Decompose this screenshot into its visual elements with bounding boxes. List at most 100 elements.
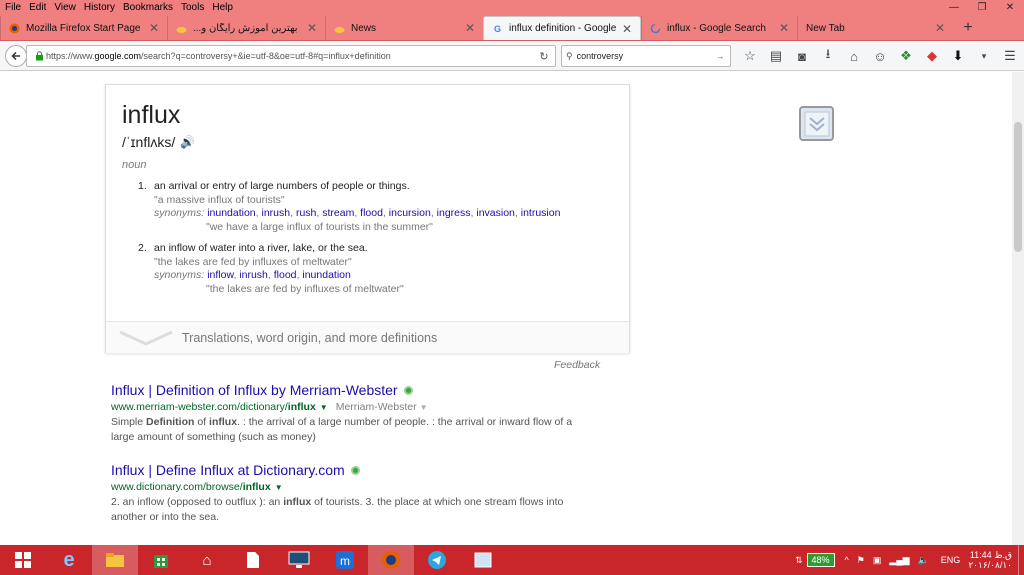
extension-icon[interactable]: ❖: [893, 45, 919, 67]
tab-new-tab[interactable]: New Tab ✕: [797, 16, 953, 40]
site-dropdown-icon[interactable]: ▼: [420, 403, 428, 412]
image-viewer-icon[interactable]: [460, 545, 506, 575]
show-desktop-button[interactable]: [1018, 545, 1024, 575]
synonym-link[interactable]: inflow: [207, 269, 233, 281]
synonym-link[interactable]: incursion: [389, 207, 431, 219]
synonym-link[interactable]: intrusion: [521, 207, 561, 219]
result-url-base: www.dictionary.com/browse/: [111, 481, 243, 493]
result-url-bold: influx: [242, 481, 271, 493]
more-definitions-toggle[interactable]: Translations, word origin, and more defi…: [106, 322, 629, 353]
close-tab-icon[interactable]: ✕: [465, 21, 475, 35]
synonym-link[interactable]: stream: [322, 207, 354, 219]
pocket-icon[interactable]: ◙: [789, 45, 815, 67]
home-app-icon[interactable]: ⌂: [184, 545, 230, 575]
speaker-icon[interactable]: 🔊: [180, 135, 195, 149]
internet-explorer-icon[interactable]: e: [46, 545, 92, 575]
download-manager-icon[interactable]: ⬇: [945, 45, 971, 67]
search-input[interactable]: controversy: [577, 51, 624, 61]
start-button[interactable]: [0, 545, 46, 575]
clock[interactable]: ق.ظ 11:44 ۲۰۱۶/۰۸/۱۰: [968, 550, 1012, 570]
close-tab-icon[interactable]: ✕: [149, 21, 159, 35]
feedback-link[interactable]: Feedback: [554, 359, 600, 371]
tab-persian-tutorial[interactable]: ...بهترین آموزش رایگان و ✕: [167, 16, 325, 40]
maxthon-icon[interactable]: m: [322, 545, 368, 575]
synonym-link[interactable]: inrush: [239, 269, 268, 281]
close-tab-icon[interactable]: ✕: [622, 22, 632, 36]
download-arrow-icon[interactable]: [799, 106, 834, 141]
menu-tools[interactable]: Tools: [177, 2, 208, 13]
synonym-link[interactable]: rush: [296, 207, 316, 219]
hamburger-menu-icon[interactable]: ☰: [997, 45, 1023, 67]
menu-edit[interactable]: Edit: [25, 2, 50, 13]
language-indicator[interactable]: ENG: [941, 555, 961, 565]
tab-mozilla-start[interactable]: Mozilla Firefox Start Page ✕: [0, 16, 167, 40]
downloads-icon[interactable]: ⭳: [815, 45, 841, 67]
menu-bookmarks[interactable]: Bookmarks: [119, 2, 177, 13]
restore-button[interactable]: ❐: [968, 0, 996, 15]
store-icon[interactable]: [138, 545, 184, 575]
loading-icon: [650, 23, 661, 34]
dropdown-icon[interactable]: ▾: [971, 45, 997, 67]
search-bar[interactable]: ⚲ controversy →: [561, 45, 731, 67]
home-icon[interactable]: ⌂: [841, 45, 867, 67]
close-tab-icon[interactable]: ✕: [935, 21, 945, 35]
result-title-row: Influx | Definition of Influx by Merriam…: [111, 382, 591, 398]
signal-icon[interactable]: ▂▄▆: [889, 555, 909, 566]
synonym-link[interactable]: flood: [360, 207, 383, 219]
volume-icon[interactable]: 🔈: [918, 555, 929, 566]
synonym-link[interactable]: inundation: [302, 269, 350, 281]
result-title-link[interactable]: Influx | Definition of Influx by Merriam…: [111, 382, 398, 398]
search-result: Influx | Define Influx at Dictionary.com…: [111, 462, 591, 525]
document-icon[interactable]: [230, 545, 276, 575]
menu-history[interactable]: History: [80, 2, 119, 13]
url-dropdown-icon[interactable]: ▼: [320, 403, 328, 412]
tab-news[interactable]: News ✕: [325, 16, 483, 40]
phonetic-text: /ˈɪnflʌks/: [122, 134, 176, 150]
chat-icon[interactable]: ☺: [867, 45, 893, 67]
toolbar-icons: ☆ ▤ ◙ ⭳ ⌂ ☺ ❖ ◆ ⬇ ▾ ☰: [737, 45, 1023, 67]
search-go-icon[interactable]: →: [710, 51, 730, 61]
chevron-up-icon[interactable]: ^: [845, 555, 849, 565]
back-button[interactable]: [5, 44, 27, 67]
result-url: www.merriam-webster.com/dictionary/influ…: [111, 401, 591, 413]
firefox-taskbar-icon[interactable]: [368, 545, 414, 575]
new-tab-button[interactable]: +: [953, 16, 983, 40]
file-explorer-icon[interactable]: [92, 545, 138, 575]
result-title-link[interactable]: Influx | Define Influx at Dictionary.com: [111, 462, 345, 478]
url-bar[interactable]: https://www.google.com/search?q=controve…: [26, 45, 556, 67]
flag-icon[interactable]: ⚑: [857, 555, 865, 566]
synonym-list: inflow, inrush, flood, inundation: [207, 269, 351, 281]
bookmark-star-icon[interactable]: ☆: [737, 45, 763, 67]
menu-view[interactable]: View: [50, 2, 80, 13]
battery-indicator[interactable]: 48%: [806, 553, 835, 567]
device-icon[interactable]: ▣: [873, 555, 882, 566]
synonym-link[interactable]: flood: [274, 269, 297, 281]
sync-icon[interactable]: ⇅: [795, 555, 803, 566]
reading-list-icon[interactable]: ▤: [763, 45, 789, 67]
close-tab-icon[interactable]: ✕: [307, 21, 317, 35]
synonym-link[interactable]: invasion: [476, 207, 515, 219]
menu-bar: File Edit View History Bookmarks Tools H…: [0, 0, 1024, 15]
scrollbar-thumb[interactable]: [1014, 122, 1022, 252]
minimize-button[interactable]: —: [940, 0, 968, 15]
menu-help[interactable]: Help: [208, 2, 237, 13]
close-window-button[interactable]: ✕: [996, 0, 1024, 15]
url-dropdown-icon[interactable]: ▼: [275, 483, 283, 492]
scrollbar[interactable]: [1012, 72, 1024, 545]
dictionary-word: influx: [122, 101, 181, 129]
synonym-link[interactable]: inrush: [262, 207, 291, 219]
color-extension-icon[interactable]: ◆: [919, 45, 945, 67]
google-icon: G: [493, 23, 501, 34]
telegram-icon[interactable]: [414, 545, 460, 575]
close-tab-icon[interactable]: ✕: [779, 21, 789, 35]
tab-influx-search[interactable]: influx - Google Search ✕: [641, 16, 797, 40]
synonym-link[interactable]: ingress: [437, 207, 471, 219]
synonyms-label: synonyms:: [154, 207, 205, 219]
monitor-app-icon[interactable]: [276, 545, 322, 575]
reload-icon[interactable]: ↻: [533, 50, 555, 63]
synonym-link[interactable]: inundation: [207, 207, 255, 219]
clock-date: ۲۰۱۶/۰۸/۱۰: [968, 560, 1012, 570]
tab-influx-definition[interactable]: G influx definition - Google ... ✕: [483, 16, 641, 40]
menu-file[interactable]: File: [0, 2, 25, 13]
tab-title: Mozilla Firefox Start Page: [26, 22, 141, 34]
